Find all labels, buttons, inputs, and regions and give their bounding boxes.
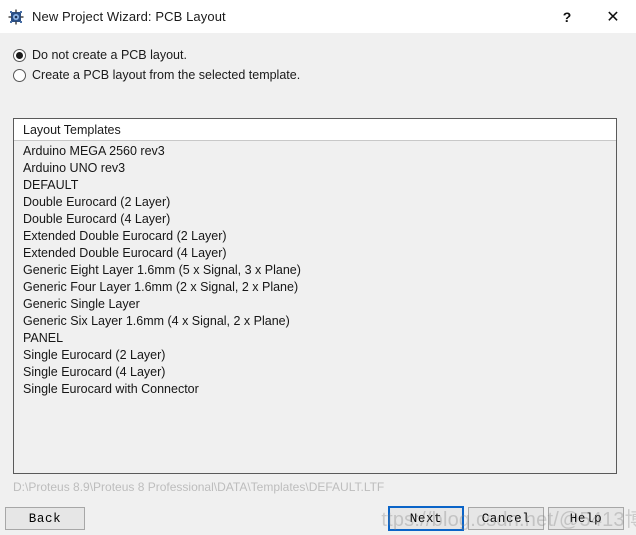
listbox-items: Arduino MEGA 2560 rev3 Arduino UNO rev3 … <box>14 141 616 398</box>
next-button[interactable]: Next <box>388 506 464 531</box>
list-item[interactable]: DEFAULT <box>14 177 616 194</box>
help-button[interactable]: Help <box>548 507 624 530</box>
list-item[interactable]: Generic Single Layer <box>14 296 616 313</box>
titlebar-help-icon[interactable]: ? <box>544 0 590 33</box>
template-path-label: D:\Proteus 8.9\Proteus 8 Professional\DA… <box>13 480 385 494</box>
radio-label-no-pcb: Do not create a PCB layout. <box>32 48 187 62</box>
column-header-label: Layout Templates <box>23 122 121 137</box>
list-item[interactable]: Double Eurocard (4 Layer) <box>14 211 616 228</box>
window-title: New Project Wizard: PCB Layout <box>32 9 226 24</box>
list-item[interactable]: Arduino MEGA 2560 rev3 <box>14 143 616 160</box>
list-item[interactable]: Single Eurocard with Connector <box>14 381 616 398</box>
radio-option-no-pcb[interactable]: Do not create a PCB layout. <box>13 46 300 64</box>
list-item[interactable]: Generic Eight Layer 1.6mm (5 x Signal, 3… <box>14 262 616 279</box>
list-item[interactable]: Single Eurocard (4 Layer) <box>14 364 616 381</box>
radio-indicator-from-template[interactable] <box>13 68 26 82</box>
radio-option-from-template[interactable]: Create a PCB layout from the selected te… <box>13 66 300 84</box>
close-icon[interactable]: ✕ <box>590 0 636 33</box>
cancel-button[interactable]: Cancel <box>468 507 544 530</box>
list-item[interactable]: Extended Double Eurocard (4 Layer) <box>14 245 616 262</box>
back-button[interactable]: Back <box>5 507 85 530</box>
list-item[interactable]: Generic Six Layer 1.6mm (4 x Signal, 2 x… <box>14 313 616 330</box>
dialog-body: Do not create a PCB layout. Create a PCB… <box>0 33 636 531</box>
pcb-layout-option-group: Do not create a PCB layout. Create a PCB… <box>13 46 300 86</box>
list-item[interactable]: Single Eurocard (2 Layer) <box>14 347 616 364</box>
radio-label-from-template: Create a PCB layout from the selected te… <box>32 68 301 82</box>
list-item[interactable]: PANEL <box>14 330 616 347</box>
list-item[interactable]: Double Eurocard (2 Layer) <box>14 194 616 211</box>
list-item[interactable]: Generic Four Layer 1.6mm (2 x Signal, 2 … <box>14 279 616 296</box>
layout-templates-listbox[interactable]: Layout Templates Arduino MEGA 2560 rev3 … <box>13 118 617 474</box>
radio-indicator-no-pcb[interactable] <box>13 48 26 62</box>
pcb-board-icon <box>8 9 24 24</box>
title-bar: New Project Wizard: PCB Layout ? ✕ <box>0 0 636 33</box>
list-item[interactable]: Extended Double Eurocard (2 Layer) <box>14 228 616 245</box>
list-item[interactable]: Arduino UNO rev3 <box>14 160 616 177</box>
listbox-column-header[interactable]: Layout Templates <box>14 119 616 141</box>
window-controls: ? ✕ <box>544 0 636 33</box>
